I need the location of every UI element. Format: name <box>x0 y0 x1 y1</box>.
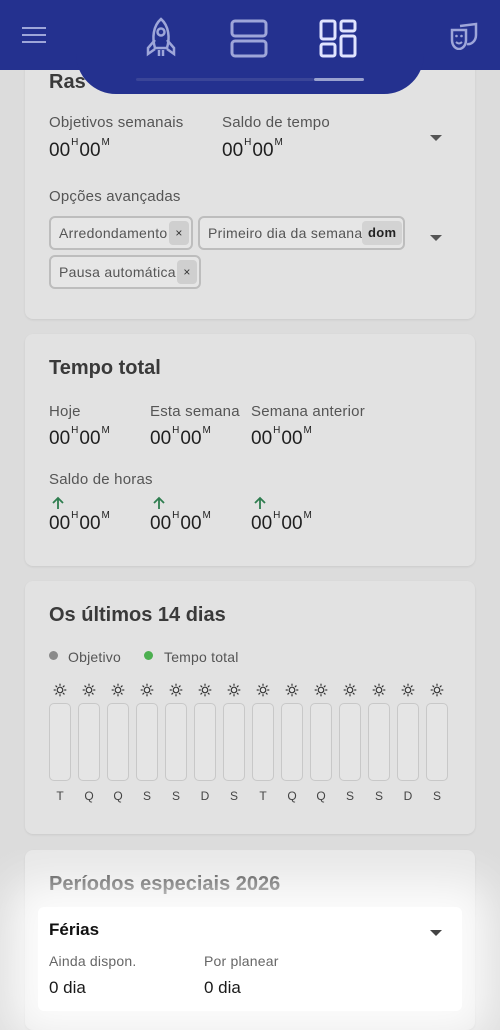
sun-icon <box>198 683 212 697</box>
day-letter: D <box>403 789 413 803</box>
rounding-remove-button[interactable]: × <box>169 221 189 245</box>
sun-icon <box>82 683 96 697</box>
day-letter: S <box>171 789 180 803</box>
day-letter: D <box>200 789 210 803</box>
today-value: 00H00M <box>49 424 110 449</box>
day-letter: S <box>142 789 151 803</box>
advanced-expand-caret[interactable] <box>430 235 442 241</box>
arrow-up-icon <box>153 496 165 509</box>
total-time-card: Tempo total Hoje 00H00M Esta semana 00H0… <box>25 334 475 566</box>
vacation-title: Férias <box>49 920 100 939</box>
available-value: 0 dia <box>49 978 86 997</box>
day-bar[interactable] <box>78 703 100 781</box>
tracking-card-title: Ras <box>49 71 86 93</box>
day-letter: T <box>56 789 64 803</box>
goal-legend-label: Objetivo <box>68 649 121 665</box>
sun-icon <box>343 683 357 697</box>
rows-layout-icon[interactable] <box>230 19 270 59</box>
total-time-title: Tempo total <box>49 357 161 379</box>
special-periods-title: Períodos especiais 2026 <box>49 873 281 895</box>
day-bar[interactable] <box>194 703 216 781</box>
day-letter: S <box>345 789 354 803</box>
day-bar[interactable] <box>223 703 245 781</box>
auto-pause-chip-label: Pausa automática <box>59 264 176 280</box>
today-label: Hoje <box>49 403 81 420</box>
total-legend-dot <box>144 651 153 660</box>
hours-balance-label: Saldo de horas <box>49 471 153 488</box>
day-letter: S <box>229 789 238 803</box>
day-letter: Q <box>316 789 326 803</box>
available-label: Ainda dispon. <box>49 953 137 969</box>
prev-week-value: 00H00M <box>251 424 312 449</box>
day-letter: S <box>432 789 441 803</box>
day-letter: T <box>259 789 267 803</box>
last-14-days-card: Os últimos 14 dias Objetivo Tempo total … <box>25 581 475 834</box>
sun-icon <box>53 683 67 697</box>
day-bar[interactable] <box>310 703 332 781</box>
time-balance-label: Saldo de tempo <box>222 114 330 131</box>
sun-icon <box>314 683 328 697</box>
auto-pause-remove-button[interactable]: × <box>177 260 197 284</box>
day-letter: Q <box>84 789 94 803</box>
rocket-icon[interactable] <box>143 16 179 60</box>
sun-icon <box>372 683 386 697</box>
day-bar[interactable] <box>165 703 187 781</box>
first-day-value[interactable]: dom <box>362 221 403 245</box>
day-bar[interactable] <box>252 703 274 781</box>
day-bar[interactable] <box>281 703 303 781</box>
arrow-up-icon <box>254 496 266 509</box>
balance-value-2: 00H00M <box>150 509 211 534</box>
rounding-chip-label: Arredondamento <box>59 225 168 241</box>
dashboard-grid-icon[interactable] <box>319 19 359 59</box>
balance-value-1: 00H00M <box>49 509 110 534</box>
day-bar[interactable] <box>136 703 158 781</box>
to-plan-value: 0 dia <box>204 978 241 997</box>
day-letter: Q <box>287 789 297 803</box>
weekly-goals-value: 00H00M <box>49 136 110 161</box>
balance-value-3: 00H00M <box>251 509 312 534</box>
day-bar[interactable] <box>397 703 419 781</box>
this-week-label: Esta semana <box>150 403 240 420</box>
goals-expand-caret[interactable] <box>430 135 442 141</box>
tab-track <box>136 78 314 81</box>
total-legend-label: Tempo total <box>164 649 239 665</box>
sun-icon <box>285 683 299 697</box>
auto-pause-chip[interactable]: Pausa automática × <box>49 255 201 289</box>
goal-legend-dot <box>49 651 58 660</box>
first-day-chip-label: Primeiro dia da semana <box>208 225 363 241</box>
theater-masks-icon[interactable] <box>450 22 480 50</box>
day-bar[interactable] <box>107 703 129 781</box>
to-plan-label: Por planear <box>204 953 279 969</box>
day-letter: S <box>374 789 383 803</box>
day-bar[interactable] <box>339 703 361 781</box>
prev-week-label: Semana anterior <box>251 403 365 420</box>
advanced-options-label: Opções avançadas <box>49 188 181 205</box>
first-day-chip[interactable]: Primeiro dia da semana dom <box>198 216 405 250</box>
tab-active-indicator <box>314 78 364 81</box>
vacation-card[interactable]: Férias Ainda dispon. 0 dia Por planear 0… <box>38 907 462 1011</box>
day-bar[interactable] <box>49 703 71 781</box>
arrow-up-icon <box>52 496 64 509</box>
hamburger-icon[interactable] <box>22 27 46 47</box>
weekly-goals-label: Objetivos semanais <box>49 114 184 131</box>
rounding-chip[interactable]: Arredondamento × <box>49 216 193 250</box>
time-balance-value: 00H00M <box>222 136 283 161</box>
sun-icon <box>140 683 154 697</box>
sun-icon <box>401 683 415 697</box>
day-letter: Q <box>113 789 123 803</box>
sun-icon <box>227 683 241 697</box>
vacation-expand-caret[interactable] <box>430 930 442 936</box>
sun-icon <box>111 683 125 697</box>
day-bar[interactable] <box>368 703 390 781</box>
tracking-card: Ras Objetivos semanais 00H00M Saldo de t… <box>25 55 475 319</box>
day-bar[interactable] <box>426 703 448 781</box>
sun-icon <box>169 683 183 697</box>
last-14-days-title: Os últimos 14 dias <box>49 604 226 626</box>
sun-icon <box>430 683 444 697</box>
sun-icon <box>256 683 270 697</box>
this-week-value: 00H00M <box>150 424 211 449</box>
